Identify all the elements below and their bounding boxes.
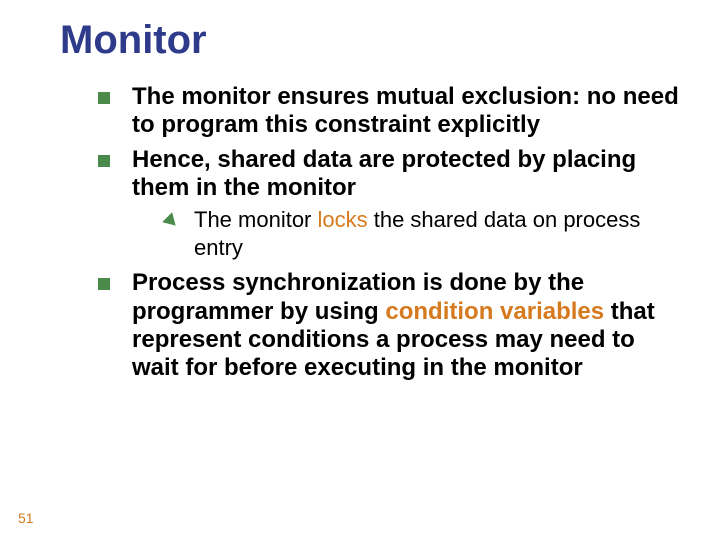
bullet-item-2: Hence, shared data are protected by plac…	[98, 146, 680, 262]
highlight-condition-variables: condition variables	[385, 298, 604, 325]
bullet-list: The monitor ensures mutual exclusion: no…	[60, 83, 680, 383]
sub-bullet-text-pre: The monitor	[194, 207, 318, 232]
bullet-text: Hence, shared data are protected by plac…	[132, 146, 636, 201]
sub-bullet-list: The monitor locks the shared data on pro…	[132, 206, 680, 261]
sub-bullet-item: The monitor locks the shared data on pro…	[166, 206, 680, 261]
page-number: 51	[18, 510, 34, 526]
highlight-locks: locks	[318, 207, 368, 232]
bullet-item-3: Process synchronization is done by the p…	[98, 269, 680, 382]
bullet-text: The monitor ensures mutual exclusion: no…	[132, 83, 679, 138]
bullet-item-1: The monitor ensures mutual exclusion: no…	[98, 83, 680, 140]
slide-title: Monitor	[60, 18, 680, 63]
slide: Monitor The monitor ensures mutual exclu…	[0, 0, 720, 540]
